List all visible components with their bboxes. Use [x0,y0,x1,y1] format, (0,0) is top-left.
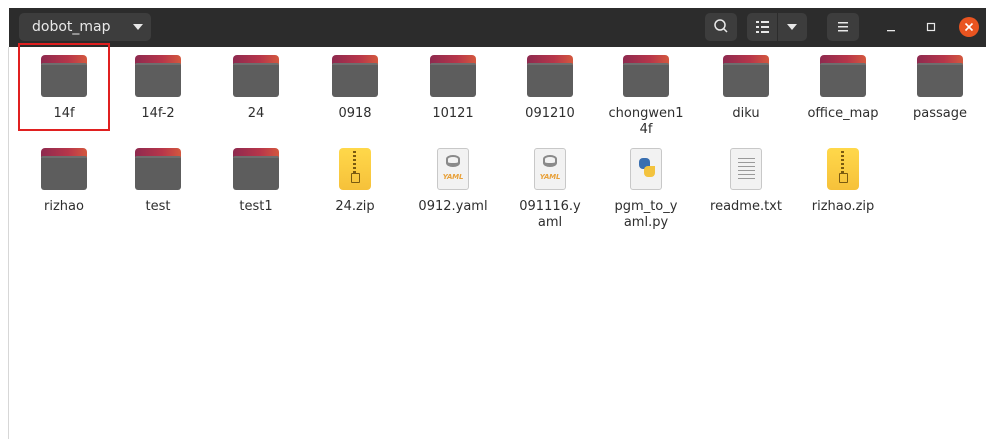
item-label: test [145,199,171,214]
grid-item-091210[interactable]: 091210 [502,55,598,122]
item-label: readme.txt [710,199,782,214]
item-label: 0918 [338,106,372,121]
item-label: rizhao.zip [811,199,875,214]
item-label: 10121 [432,106,474,121]
grid-item-office-map[interactable]: office_map [795,55,891,122]
item-label: 14f-2 [141,106,175,121]
grid-item-chongwen14f[interactable]: chongwen14f [598,55,694,138]
maximize-button[interactable] [921,17,941,37]
zip-file-icon [820,148,866,194]
search-button[interactable] [705,13,737,41]
folder-icon [41,148,87,194]
grid-item-14f-2[interactable]: 14f-2 [110,55,206,122]
view-options-chevron-icon[interactable] [787,24,797,30]
grid-item-10121[interactable]: 10121 [405,55,501,122]
minimize-button[interactable] [881,17,901,37]
item-label: 24.zip [335,199,375,214]
grid-item-24[interactable]: 24 [208,55,304,122]
item-label: passage [913,106,967,121]
item-label: rizhao [44,199,84,214]
folder-icon [430,55,476,101]
folder-icon [820,55,866,101]
search-icon [714,19,728,33]
chevron-down-icon [133,24,143,30]
folder-icon [917,55,963,101]
item-label: pgm_to_yaml.py [614,199,678,230]
folder-icon [723,55,769,101]
folder-icon [332,55,378,101]
window-left-edge [8,47,9,439]
item-label: 24 [247,106,265,121]
item-label: diku [732,106,760,121]
item-label: chongwen14f [608,106,684,137]
folder-icon [135,148,181,194]
folder-icon [135,55,181,101]
grid-item-pgm-to-yaml-py[interactable]: pgm_to_yaml.py [598,148,694,231]
grid-item-rizhao[interactable]: rizhao [16,148,112,215]
path-label: dobot_map [32,19,111,35]
item-label: office_map [807,106,879,121]
maximize-icon [926,22,936,32]
close-button[interactable] [959,17,979,37]
yaml-tag: YAML [539,173,561,181]
grid-item-rizhao-zip[interactable]: rizhao.zip [795,148,891,215]
folder-icon [623,55,669,101]
item-label: 091210 [525,106,575,121]
item-label: test1 [239,199,273,214]
grid-item-0912-yaml[interactable]: YAML 0912.yaml [405,148,501,215]
selection-highlight-box [18,43,110,131]
grid-item-24-zip[interactable]: 24.zip [307,148,403,215]
view-toggle-button[interactable] [747,13,807,41]
grid-item-readme-txt[interactable]: readme.txt [698,148,794,215]
item-label: 091116.yaml [519,199,581,230]
folder-icon [233,148,279,194]
menu-button[interactable] [827,13,859,41]
folder-icon [233,55,279,101]
header-bar: dobot_map [9,8,986,47]
yaml-tag: YAML [442,173,464,181]
item-label: 0912.yaml [418,199,488,214]
hamburger-menu-icon [838,22,848,32]
yaml-file-icon: YAML [430,148,476,194]
text-file-icon [723,148,769,194]
grid-item-passage[interactable]: passage [892,55,986,122]
yaml-file-icon: YAML [527,148,573,194]
path-dropdown-button[interactable]: dobot_map [19,13,151,41]
close-icon [964,22,974,32]
grid-item-091116-yaml[interactable]: YAML 091116.yaml [502,148,598,231]
minimize-icon [887,30,895,32]
grid-item-test[interactable]: test [110,148,206,215]
python-file-icon [623,148,669,194]
grid-item-test1[interactable]: test1 [208,148,304,215]
zip-file-icon [332,148,378,194]
grid-item-0918[interactable]: 0918 [307,55,403,122]
folder-icon [527,55,573,101]
list-view-icon [756,21,769,33]
grid-item-diku[interactable]: diku [698,55,794,122]
